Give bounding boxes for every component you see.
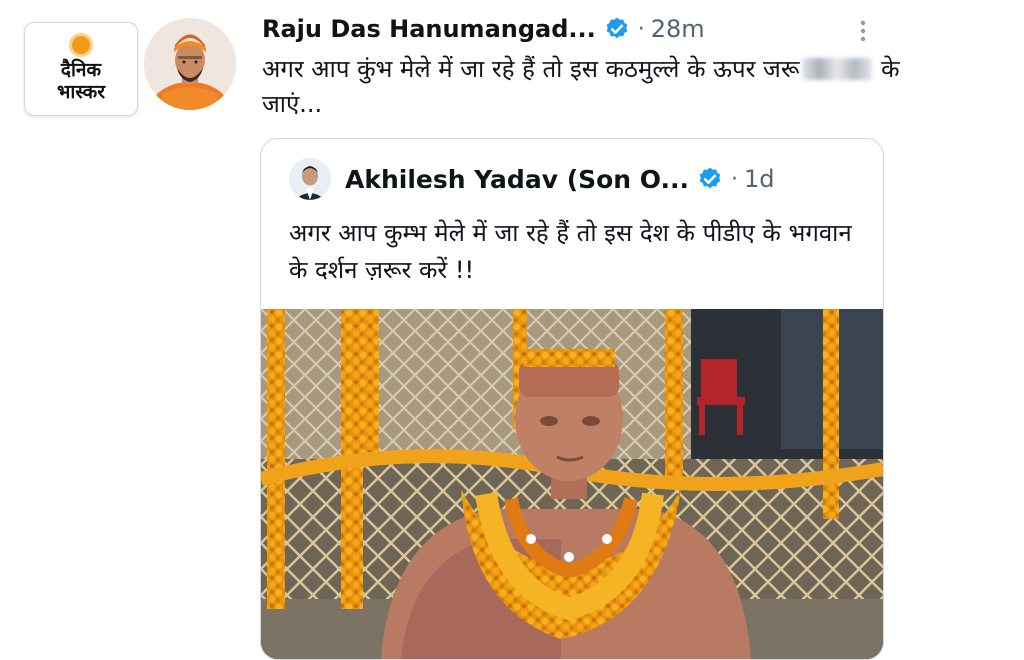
- author-name[interactable]: Raju Das Hanumangad...: [262, 15, 596, 43]
- blurred-word: [801, 58, 872, 80]
- brand-sun-icon: [72, 36, 90, 54]
- quoted-separator-dot: ·: [731, 166, 738, 192]
- tweet-header: Raju Das Hanumangad... · 28m: [262, 12, 705, 46]
- tweet-time[interactable]: 28m: [651, 15, 705, 43]
- verified-badge-icon: [606, 17, 628, 39]
- quoted-author-name: Akhilesh Yadav (Son O...: [345, 164, 689, 194]
- quoted-tweet-header: Akhilesh Yadav (Son O... · 1d: [289, 158, 775, 200]
- brand-logo: दैनिक भास्कर: [24, 22, 138, 116]
- quoted-tweet-time: 1d: [744, 165, 775, 193]
- separator-dot: ·: [637, 16, 645, 42]
- tweet-text-part-1: अगर आप कुंभ मेले में जा रहे हैं तो इस कठ…: [262, 55, 800, 83]
- tweet-text: अगर आप कुंभ मेले में जा रहे हैं तो इस कठ…: [262, 52, 902, 122]
- brand-line-2: भास्कर: [56, 81, 106, 103]
- quoted-tweet-text: अगर आप कुम्भ मेले में जा रहे हैं तो इस द…: [289, 219, 852, 284]
- quoted-tweet-image[interactable]: [261, 309, 883, 659]
- author-avatar[interactable]: [144, 18, 236, 110]
- quoted-verified-badge-icon: [699, 167, 721, 189]
- avatar-image: [144, 18, 236, 110]
- more-vertical-icon[interactable]: [850, 18, 876, 44]
- quoted-author-avatar: [289, 158, 331, 200]
- quoted-avatar-image: [289, 158, 331, 200]
- quoted-tweet-card[interactable]: Akhilesh Yadav (Son O... · 1d अगर आप कुम…: [260, 138, 884, 660]
- brand-line-1: दैनिक: [60, 59, 102, 81]
